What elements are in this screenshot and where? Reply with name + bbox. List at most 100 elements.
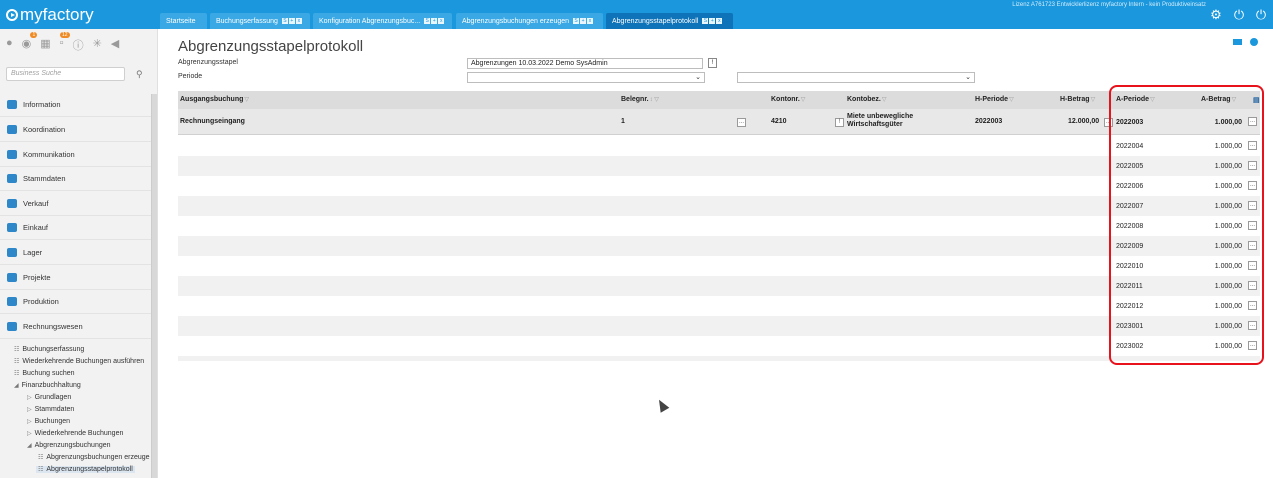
tab-label: Abgrenzungsstapelprotokoll bbox=[612, 17, 699, 25]
mail-icon[interactable] bbox=[1233, 39, 1242, 45]
sidebar-item-stammdaten[interactable]: Stammdaten bbox=[0, 167, 151, 191]
grid-header: Ausgangsbuchung▽ Belegnr.↕ ▽ Kontonr.▽ K… bbox=[178, 91, 1260, 109]
table-row bbox=[178, 336, 1260, 356]
tab-controls: S + x bbox=[573, 18, 594, 24]
tree-item-wiederkehrende-buchungen[interactable]: ▷ Wiederkehrende Buchungen bbox=[27, 430, 123, 437]
sidebar-item-einkauf[interactable]: Einkauf bbox=[0, 216, 151, 240]
sort-filter-icon[interactable]: ↕ ▽ bbox=[650, 97, 659, 103]
business-search-input[interactable]: Business Suche bbox=[6, 67, 125, 81]
tab-save-button[interactable]: S bbox=[281, 18, 288, 24]
sidebar-item-produktion[interactable]: Produktion bbox=[0, 290, 151, 314]
search-options-icon[interactable]: ⚲ bbox=[136, 69, 143, 80]
tab-abgrenzungsbuchungen-erzeugen[interactable]: Abgrenzungsbuchungen erzeugen S + x bbox=[456, 13, 603, 29]
periode-to-select[interactable]: ⌄ bbox=[737, 72, 975, 83]
header-kontonr[interactable]: Kontonr.▽ bbox=[771, 96, 805, 103]
table-row bbox=[178, 156, 1260, 176]
tree-item-buchungserfassung[interactable]: ☷ Buchungserfassung bbox=[14, 346, 84, 353]
tree-item-abgrenzungsstapelprotokoll[interactable]: ☷ Abgrenzungsstapelprotokoll bbox=[36, 466, 135, 473]
sidebar-item-kommunikation[interactable]: Kommunikation bbox=[0, 143, 151, 167]
filter-icon[interactable]: ▽ bbox=[244, 97, 249, 103]
tree-item-abgrenzungsbuchungen[interactable]: ◢ Abgrenzungsbuchungen bbox=[27, 442, 111, 449]
chevron-down-icon: ⌄ bbox=[965, 74, 971, 81]
filter-icon[interactable]: ▽ bbox=[882, 97, 887, 103]
stapel-field[interactable]: Abgrenzungen 10.03.2022 Demo SysAdmin bbox=[467, 58, 703, 69]
main-content: Abgrenzungsstapelprotokoll Abgrenzungsst… bbox=[158, 29, 1273, 478]
konto-info-button[interactable]: ! bbox=[835, 118, 844, 127]
table-row bbox=[178, 136, 1260, 156]
sidebar-item-label: Information bbox=[23, 100, 61, 109]
asterisk-icon[interactable]: ✳ bbox=[93, 37, 102, 53]
beleg-details-button[interactable]: ... bbox=[737, 118, 746, 127]
filter-icon[interactable]: ▽ bbox=[1009, 97, 1014, 103]
power-icon[interactable]: ⏻ bbox=[1232, 8, 1246, 22]
chat-icon bbox=[7, 150, 17, 159]
document-icon: ☷ bbox=[14, 347, 20, 353]
table-row bbox=[178, 256, 1260, 276]
logo-mark-icon bbox=[6, 9, 18, 21]
tab-buchungserfassung[interactable]: Buchungserfassung S + x bbox=[210, 13, 310, 29]
tab-add-button[interactable]: + bbox=[431, 18, 438, 24]
tree-item-wiederkehrende-ausfuehren[interactable]: ☷ Wiederkehrende Buchungen ausführen bbox=[14, 358, 144, 365]
cell-kontobez-line2: Wirtschaftsgüter bbox=[847, 121, 903, 128]
license-text: Lizenz A761723 Entwicklerlizenz myfactor… bbox=[1012, 2, 1206, 8]
tree-item-abgrenzungsbuchungen-erzeugen[interactable]: ☷ Abgrenzungsbuchungen erzeuge bbox=[38, 454, 150, 461]
filter-icon[interactable]: ▽ bbox=[801, 97, 806, 103]
sidebar-item-koordination[interactable]: Koordination bbox=[0, 118, 151, 142]
tab-save-button[interactable]: S bbox=[702, 18, 709, 24]
stapel-info-button[interactable]: ! bbox=[708, 58, 717, 68]
tree-item-grundlagen[interactable]: ▷ Grundlagen bbox=[27, 394, 71, 401]
tree-item-buchungen[interactable]: ▷ Buchungen bbox=[27, 418, 70, 425]
info-circle-icon[interactable]: ⓘ bbox=[73, 37, 84, 53]
tree-item-finanzbuchhaltung[interactable]: ◢ Finanzbuchhaltung bbox=[14, 382, 81, 389]
logout-icon[interactable]: ⏻ bbox=[1254, 8, 1268, 22]
header-kontobez[interactable]: Kontobez.▽ bbox=[847, 96, 886, 103]
tab-startseite[interactable]: Startseite bbox=[160, 13, 207, 29]
tree-item-buchung-suchen[interactable]: ☷ Buchung suchen bbox=[14, 370, 75, 377]
tab-close-button[interactable]: x bbox=[587, 18, 594, 24]
tree-item-stammdaten[interactable]: ▷ Stammdaten bbox=[27, 406, 74, 413]
tab-close-button[interactable]: x bbox=[295, 18, 302, 24]
sidebar-scrollbar[interactable] bbox=[151, 94, 157, 478]
tree-item-label: Buchung suchen bbox=[22, 370, 75, 377]
tab-add-button[interactable]: + bbox=[288, 18, 295, 24]
sidebar-item-verkauf[interactable]: Verkauf bbox=[0, 192, 151, 216]
cell-kontobez-line1: Miete unbewegliche bbox=[847, 113, 914, 120]
header-belegnr[interactable]: Belegnr.↕ ▽ bbox=[621, 96, 659, 103]
table-row bbox=[178, 216, 1260, 236]
header-label: H-Betrag bbox=[1060, 96, 1090, 103]
periode-select[interactable]: ⌄ bbox=[467, 72, 705, 83]
tab-close-button[interactable]: x bbox=[716, 18, 723, 24]
help-icon[interactable] bbox=[1250, 38, 1258, 46]
collapse-left-icon[interactable]: ◀ bbox=[111, 37, 119, 53]
info-icon bbox=[7, 100, 17, 109]
sidebar-item-lager[interactable]: Lager bbox=[0, 241, 151, 265]
sidebar-item-information[interactable]: Information bbox=[0, 93, 151, 117]
calendar-icon[interactable]: ▦ bbox=[40, 37, 50, 53]
tab-save-button[interactable]: S bbox=[424, 18, 431, 24]
header-hbetrag[interactable]: H-Betrag▽ bbox=[1060, 96, 1095, 103]
drop-icon[interactable]: ● bbox=[6, 37, 13, 53]
myfactory-logo[interactable]: myfactory bbox=[6, 5, 94, 25]
tab-save-button[interactable]: S bbox=[573, 18, 580, 24]
highlight-annotation bbox=[1109, 85, 1264, 365]
sidebar-item-projekte[interactable]: Projekte bbox=[0, 266, 151, 290]
tab-konfiguration[interactable]: Konfiguration Abgrenzungsbuc... S + x bbox=[313, 13, 452, 29]
tasks-icon[interactable]: ◉ 1 bbox=[22, 32, 38, 53]
tab-abgrenzungsstapelprotokoll[interactable]: Abgrenzungsstapelprotokoll S + x bbox=[606, 13, 733, 29]
sidebar-item-rechnungswesen[interactable]: Rechnungswesen bbox=[0, 315, 151, 339]
header-hperiode[interactable]: H-Periode▽ bbox=[975, 96, 1014, 103]
messages-icon[interactable]: ▫ 12 bbox=[60, 32, 70, 53]
tab-close-button[interactable]: x bbox=[438, 18, 445, 24]
gear-icon[interactable]: ⚙ bbox=[1209, 8, 1223, 22]
header-ausgangsbuchung[interactable]: Ausgangsbuchung▽ bbox=[180, 96, 249, 103]
table-row[interactable]: Rechnungseingang 1 ... 4210 ! Miete unbe… bbox=[178, 109, 1260, 135]
table-row bbox=[178, 276, 1260, 296]
tab-add-button[interactable]: + bbox=[709, 18, 716, 24]
tab-add-button[interactable]: + bbox=[580, 18, 587, 24]
expand-icon: ◢ bbox=[27, 443, 32, 449]
tab-controls: S + x bbox=[702, 18, 723, 24]
cell-hperiode: 2022003 bbox=[975, 118, 1003, 125]
logo-text: myfactory bbox=[20, 5, 94, 24]
sidebar-item-label: Produktion bbox=[23, 297, 59, 306]
filter-icon[interactable]: ▽ bbox=[1091, 97, 1096, 103]
